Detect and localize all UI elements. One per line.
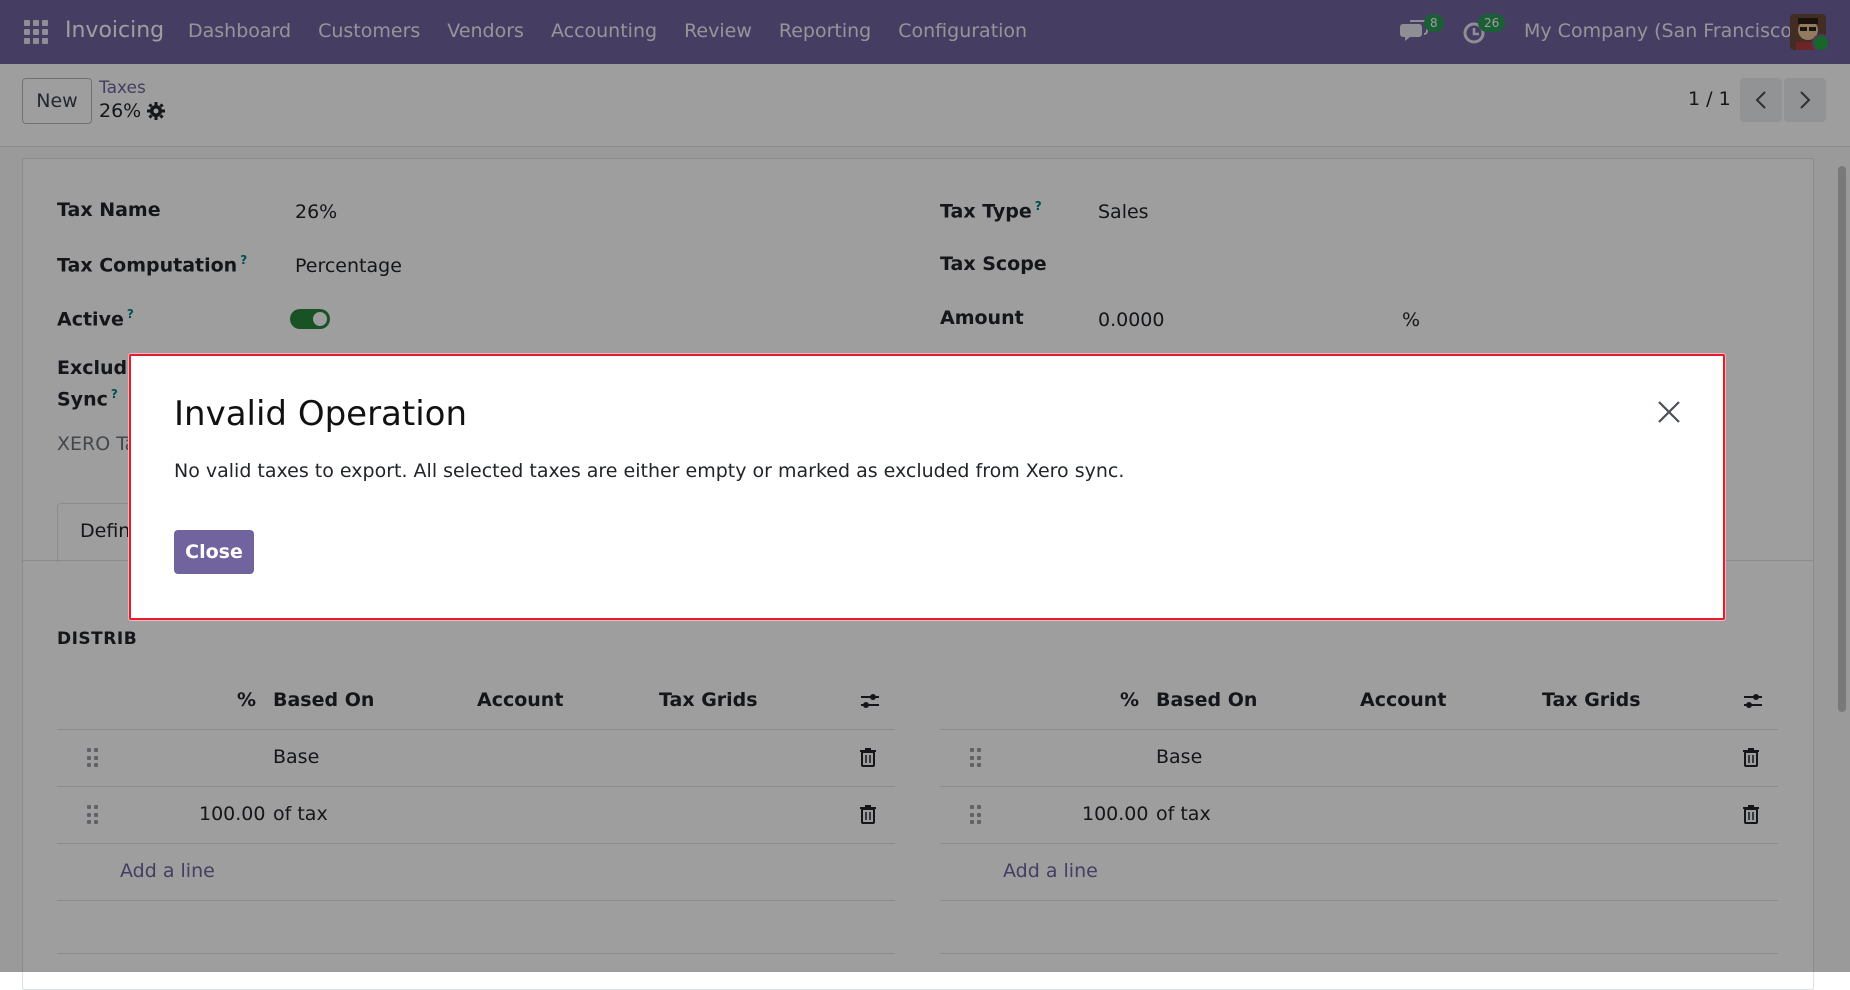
close-icon[interactable] [1655,398,1683,426]
dialog-message: No valid taxes to export. All selected t… [174,460,1125,482]
close-button[interactable]: Close [174,530,254,574]
error-dialog: Invalid Operation No valid taxes to expo… [129,354,1725,620]
dialog-title: Invalid Operation [174,394,468,434]
